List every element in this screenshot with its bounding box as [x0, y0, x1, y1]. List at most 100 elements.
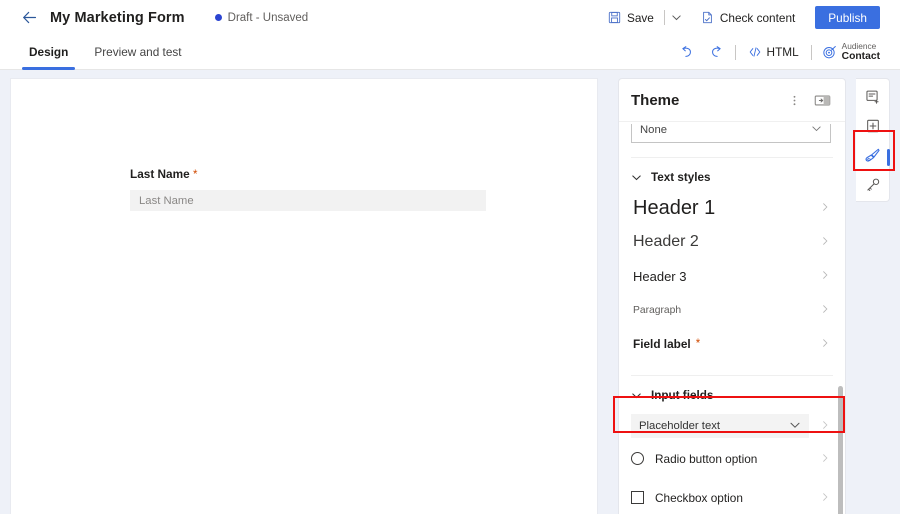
collapse-panel-icon: [814, 94, 831, 107]
chevron-down-icon: [631, 172, 642, 183]
text-style-label: Header 3: [633, 269, 686, 284]
text-style-label: Field label: [633, 337, 691, 351]
option-label: Radio button option: [655, 452, 757, 466]
rail-add-element-button[interactable]: [858, 113, 888, 139]
redo-button[interactable]: [703, 39, 731, 65]
rail-form-layout-button[interactable]: [858, 84, 888, 110]
tab-bar: Design Preview and test: [0, 35, 900, 70]
save-label: Save: [627, 11, 654, 25]
form-field-last-name[interactable]: Last Name * Last Name: [11, 79, 597, 211]
theme-panel-header: Theme: [619, 79, 845, 122]
form-layout-icon: [865, 89, 881, 105]
designer-tool-rail: [856, 78, 890, 202]
required-marker: *: [696, 338, 700, 350]
chevron-right-icon: [820, 267, 833, 285]
chevron-right-icon: [820, 417, 833, 435]
rail-theme-brush-button[interactable]: [858, 143, 888, 169]
tab-design[interactable]: Design: [22, 35, 75, 70]
required-marker: *: [193, 169, 197, 181]
chevron-down-icon: [789, 419, 801, 434]
chevron-right-icon: [820, 335, 833, 353]
command-bar-actions: Save Check content Publish: [600, 5, 900, 31]
html-button[interactable]: HTML: [740, 39, 807, 65]
form-designer-app: My Marketing Form Draft - Unsaved Save: [0, 0, 900, 514]
input-style-checkbox-option[interactable]: Checkbox option: [631, 478, 833, 514]
last-name-input[interactable]: Last Name: [130, 190, 486, 211]
target-audience-icon: [822, 45, 837, 60]
chevron-right-icon: [820, 199, 833, 217]
audience-value-label: Contact: [842, 51, 880, 63]
text-style-label: Header 2: [633, 233, 699, 251]
section-header-text-styles[interactable]: Text styles: [631, 157, 833, 191]
text-style-header-1[interactable]: Header 1: [631, 191, 833, 225]
field-label: Last Name *: [130, 167, 597, 181]
section-title: Input fields: [651, 389, 713, 402]
more-options-button[interactable]: [783, 89, 805, 111]
field-label-text: Last Name: [130, 167, 190, 181]
audience-labels: Audience Contact: [842, 42, 880, 63]
theme-select[interactable]: None: [631, 124, 831, 143]
option-label: Checkbox option: [655, 491, 743, 505]
section-title: Text styles: [651, 171, 711, 184]
undo-button[interactable]: [673, 39, 701, 65]
chevron-right-icon: [820, 450, 833, 468]
audience-kind-label: Audience: [842, 42, 880, 51]
theme-panel-body: None Text styles Header 1 Header 2: [619, 124, 845, 514]
checkbox-icon: [631, 491, 644, 504]
panel-scrollbar-thumb[interactable]: [838, 386, 843, 514]
radio-button-icon: [631, 452, 644, 465]
collapse-panel-button[interactable]: [811, 89, 833, 111]
form-canvas[interactable]: Last Name * Last Name: [10, 78, 598, 514]
tab-preview-and-test[interactable]: Preview and test: [87, 35, 188, 70]
arrow-left-icon: [21, 9, 38, 26]
publish-button[interactable]: Publish: [815, 6, 880, 29]
chevron-down-icon: [671, 12, 682, 23]
more-vertical-icon: [788, 94, 801, 107]
theme-select-value: None: [640, 124, 667, 136]
text-style-field-label[interactable]: Field label *: [631, 327, 833, 361]
status-dot-icon: [215, 14, 222, 21]
chevron-right-icon: [820, 489, 833, 507]
text-style-header-3[interactable]: Header 3: [631, 259, 833, 293]
save-button[interactable]: Save: [600, 5, 662, 31]
divider: [811, 45, 812, 60]
divider: [735, 45, 736, 60]
page-title: My Marketing Form: [50, 10, 185, 26]
theme-panel-title: Theme: [631, 92, 679, 109]
rail-properties-key-button[interactable]: [858, 172, 888, 198]
save-disk-icon: [608, 11, 621, 24]
save-options-button[interactable]: [667, 5, 687, 31]
check-content-button[interactable]: Check content: [693, 5, 803, 31]
undo-arrow-icon: [679, 45, 694, 60]
chevron-down-icon: [631, 390, 642, 401]
theme-panel-actions: [783, 89, 833, 111]
input-style-placeholder-text[interactable]: Placeholder text: [631, 413, 833, 439]
placeholder-text-select[interactable]: Placeholder text: [631, 414, 809, 438]
document-check-icon: [701, 11, 714, 24]
code-brackets-icon: [748, 45, 762, 59]
chevron-right-icon: [820, 301, 833, 319]
tab-bar-actions: HTML Audience Contact: [673, 37, 900, 67]
divider: [664, 10, 665, 25]
status-badge: Draft - Unsaved: [215, 12, 309, 24]
add-element-icon: [865, 118, 881, 134]
input-style-radio-button-option[interactable]: Radio button option: [631, 439, 833, 478]
command-bar: My Marketing Form Draft - Unsaved Save: [0, 0, 900, 35]
theme-brush-icon: [864, 147, 881, 164]
properties-key-icon: [865, 177, 881, 193]
audience-selector[interactable]: Audience Contact: [816, 37, 886, 67]
text-style-label: Header 1: [633, 197, 715, 220]
text-style-label: Paragraph: [633, 305, 681, 316]
text-style-header-2[interactable]: Header 2: [631, 225, 833, 259]
back-button[interactable]: [14, 3, 44, 33]
chevron-down-icon: [811, 124, 822, 137]
status-text: Draft - Unsaved: [228, 12, 309, 24]
section-header-input-fields[interactable]: Input fields: [631, 375, 833, 409]
placeholder-text-label: Placeholder text: [639, 420, 720, 432]
theme-panel: Theme: [618, 78, 846, 514]
chevron-right-icon: [820, 233, 833, 251]
text-style-paragraph[interactable]: Paragraph: [631, 293, 833, 327]
html-label: HTML: [767, 45, 799, 59]
redo-arrow-icon: [709, 45, 724, 60]
check-content-label: Check content: [720, 11, 795, 25]
